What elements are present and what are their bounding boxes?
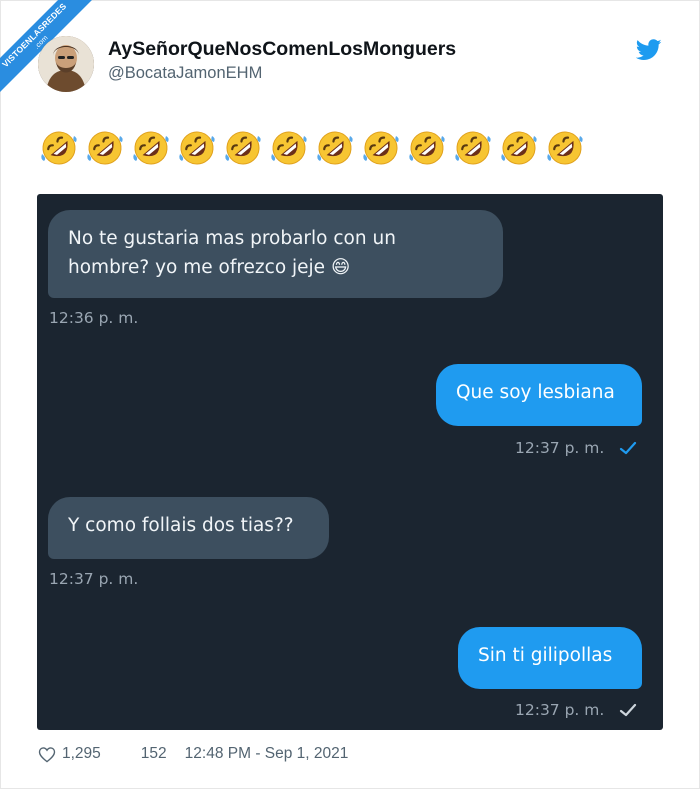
rolling-laughing-emoji-icon [133,131,169,165]
avatar[interactable] [38,36,94,92]
rolling-laughing-emoji-icon [271,131,307,165]
message-text: Que soy lesbiana [456,382,615,403]
tweet-footer: 1,295 152 12:48 PM - Sep 1, 2021 [38,742,348,766]
rolling-laughing-emoji-icon [501,131,537,165]
emoji-row [38,128,586,168]
delivered-check-icon [620,703,637,717]
rolling-laughing-emoji-icon [547,131,583,165]
user-handle[interactable]: @BocataJamonEHM [108,64,262,83]
message-status: 12:37 p. m. [515,701,637,719]
sent-check-icon [620,441,637,455]
message-bubble-incoming: Y como follais dos tias?? [48,497,329,559]
message-text: No te gustaria mas probarlo con un [68,228,396,249]
rolling-laughing-emoji-icon [41,131,77,165]
message-bubble-outgoing: Sin ti gilipollas [458,627,642,689]
rolling-laughing-emoji-icon [225,131,261,165]
chat-screenshot: No te gustaria mas probarlo con un hombr… [37,194,663,730]
rolling-laughing-emoji-icon [363,131,399,165]
message-time: 12:37 p. m. [515,701,605,719]
display-name[interactable]: AySeñorQueNosComenLosMonguers [108,38,456,61]
like-button[interactable]: 1,295 [38,745,101,763]
message-text: Y como follais dos tias?? [68,515,294,536]
message-text: hombre? yo me ofrezco jeje 😄 [68,257,351,278]
tweet-header: AySeñorQueNosComenLosMonguers @BocataJam… [38,36,668,96]
message-time: 12:37 p. m. [49,570,139,588]
retweet-count[interactable]: 152 [141,745,167,763]
message-text: Sin ti gilipollas [478,645,613,666]
rolling-laughing-emoji-icon [179,131,215,165]
message-bubble-outgoing: Que soy lesbiana [436,364,642,426]
rolling-laughing-emoji-icon [87,131,123,165]
rolling-laughing-emoji-icon [317,131,353,165]
rolling-laughing-emoji-icon [409,131,445,165]
like-count: 1,295 [62,745,101,762]
message-time: 12:37 p. m. [515,439,605,457]
message-bubble-incoming: No te gustaria mas probarlo con un hombr… [48,210,503,298]
tweet-timestamp[interactable]: 12:48 PM - Sep 1, 2021 [185,745,349,763]
rolling-laughing-emoji-icon [455,131,491,165]
message-status: 12:37 p. m. [515,439,637,457]
message-time: 12:36 p. m. [49,309,139,327]
twitter-bird-icon[interactable] [636,39,662,61]
heart-icon [38,746,56,762]
